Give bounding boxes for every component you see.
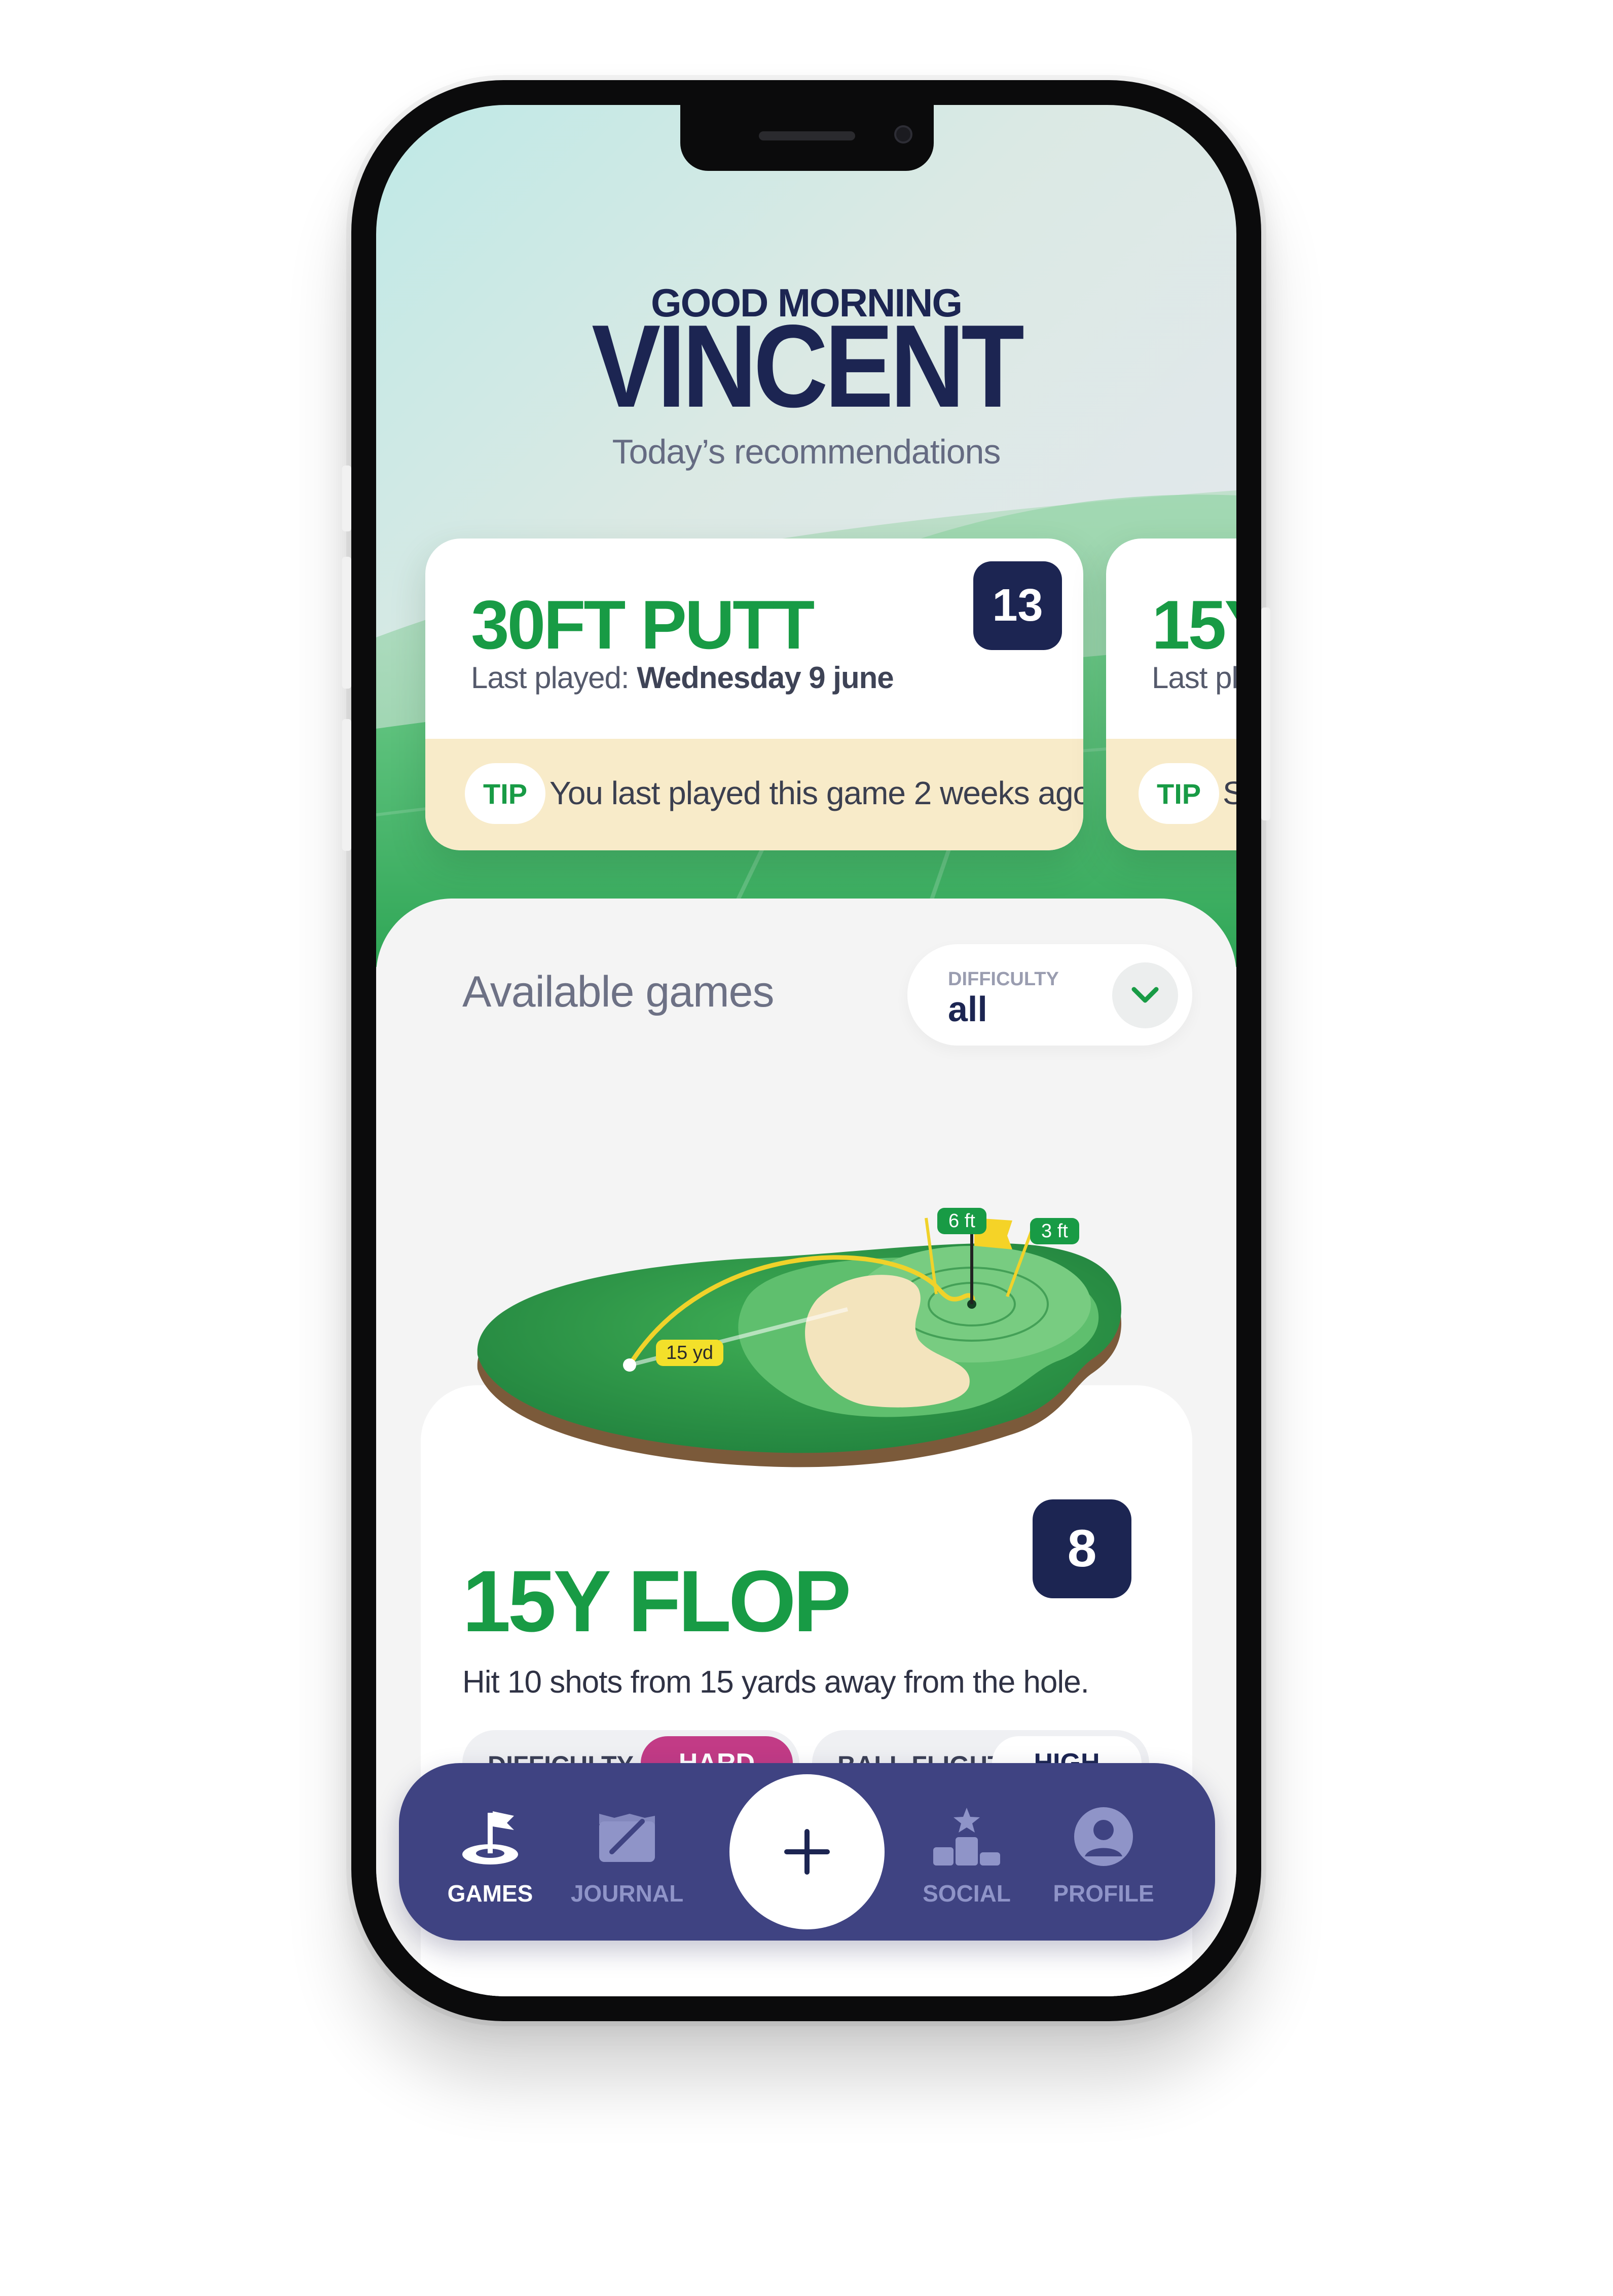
volume-down-button: [342, 719, 351, 851]
speaker-grille: [759, 131, 855, 140]
nav-profile[interactable]: PROFILE: [1043, 1799, 1164, 1910]
difficulty-dropdown-value: all: [948, 989, 987, 1029]
recommendation-card-next[interactable]: 15Y Last pla TIP S: [1106, 539, 1236, 850]
available-games-heading: Available games: [462, 967, 774, 1016]
game-description: Hit 10 shots from 15 yards away from the…: [462, 1665, 1089, 1700]
play-count-badge: 13: [973, 561, 1062, 650]
add-button[interactable]: [729, 1774, 885, 1929]
nav-profile-label: PROFILE: [1053, 1880, 1154, 1907]
phone-frame: GOOD MORNING VINCENT Today’s recommendat…: [342, 80, 1270, 2021]
chevron-down-icon[interactable]: [1112, 962, 1178, 1028]
plus-icon: [784, 1829, 830, 1875]
notch: [680, 105, 934, 171]
nav-games[interactable]: GAMES: [429, 1799, 551, 1910]
difficulty-dropdown-label: DIFFICULTY: [948, 968, 1059, 990]
recommendation-title: 30FT PUTT: [471, 586, 815, 663]
mute-switch: [342, 465, 351, 531]
journal-icon: [566, 1799, 688, 1875]
ring-marker-outer: 6 ft: [937, 1208, 986, 1234]
recommendation-title: 15Y: [1152, 586, 1236, 663]
last-played-label: Last played:: [471, 661, 637, 695]
game-title: 15Y FLOP: [462, 1553, 851, 1650]
tip-bar: TIP S: [1106, 739, 1236, 850]
nav-journal[interactable]: JOURNAL: [566, 1799, 688, 1910]
user-name-heading: VINCENT: [592, 301, 1024, 432]
tip-pill: TIP: [465, 763, 546, 824]
nav-journal-label: JOURNAL: [570, 1880, 684, 1907]
game-count-badge: 8: [1033, 1499, 1131, 1598]
profile-icon: [1043, 1799, 1164, 1875]
distance-marker: 15 yd: [656, 1340, 723, 1366]
volume-up-button: [342, 557, 351, 689]
power-button: [1261, 607, 1270, 820]
difficulty-dropdown[interactable]: DIFFICULTY all: [907, 944, 1192, 1046]
podium-star-icon: [906, 1799, 1028, 1875]
nav-games-label: GAMES: [447, 1880, 533, 1907]
last-played-text: Last pla: [1152, 661, 1236, 695]
tip-text: You last played this game 2 weeks ago: [549, 775, 1083, 811]
tip-text: S: [1223, 775, 1236, 811]
tip-bar: TIP You last played this game 2 weeks ag…: [425, 739, 1083, 850]
recommendation-card[interactable]: 30FT PUTT Last played: Wednesday 9 june …: [425, 539, 1083, 850]
last-played-text: Last played: Wednesday 9 june: [471, 660, 894, 695]
front-camera: [894, 125, 912, 144]
ring-marker-inner: 3 ft: [1030, 1218, 1079, 1244]
tip-pill: TIP: [1139, 763, 1220, 824]
golf-flag-icon: [429, 1799, 551, 1875]
app-screen: GOOD MORNING VINCENT Today’s recommendat…: [376, 105, 1236, 1996]
bottom-navigation: GAMES JOURNAL SOCIAL PROFILE: [399, 1763, 1215, 1941]
recommendations-subtitle: Today’s recommendations: [612, 433, 1001, 471]
nav-social-label: SOCIAL: [923, 1880, 1011, 1907]
nav-social[interactable]: SOCIAL: [906, 1799, 1028, 1910]
last-played-date: Wednesday 9 june: [637, 661, 894, 695]
